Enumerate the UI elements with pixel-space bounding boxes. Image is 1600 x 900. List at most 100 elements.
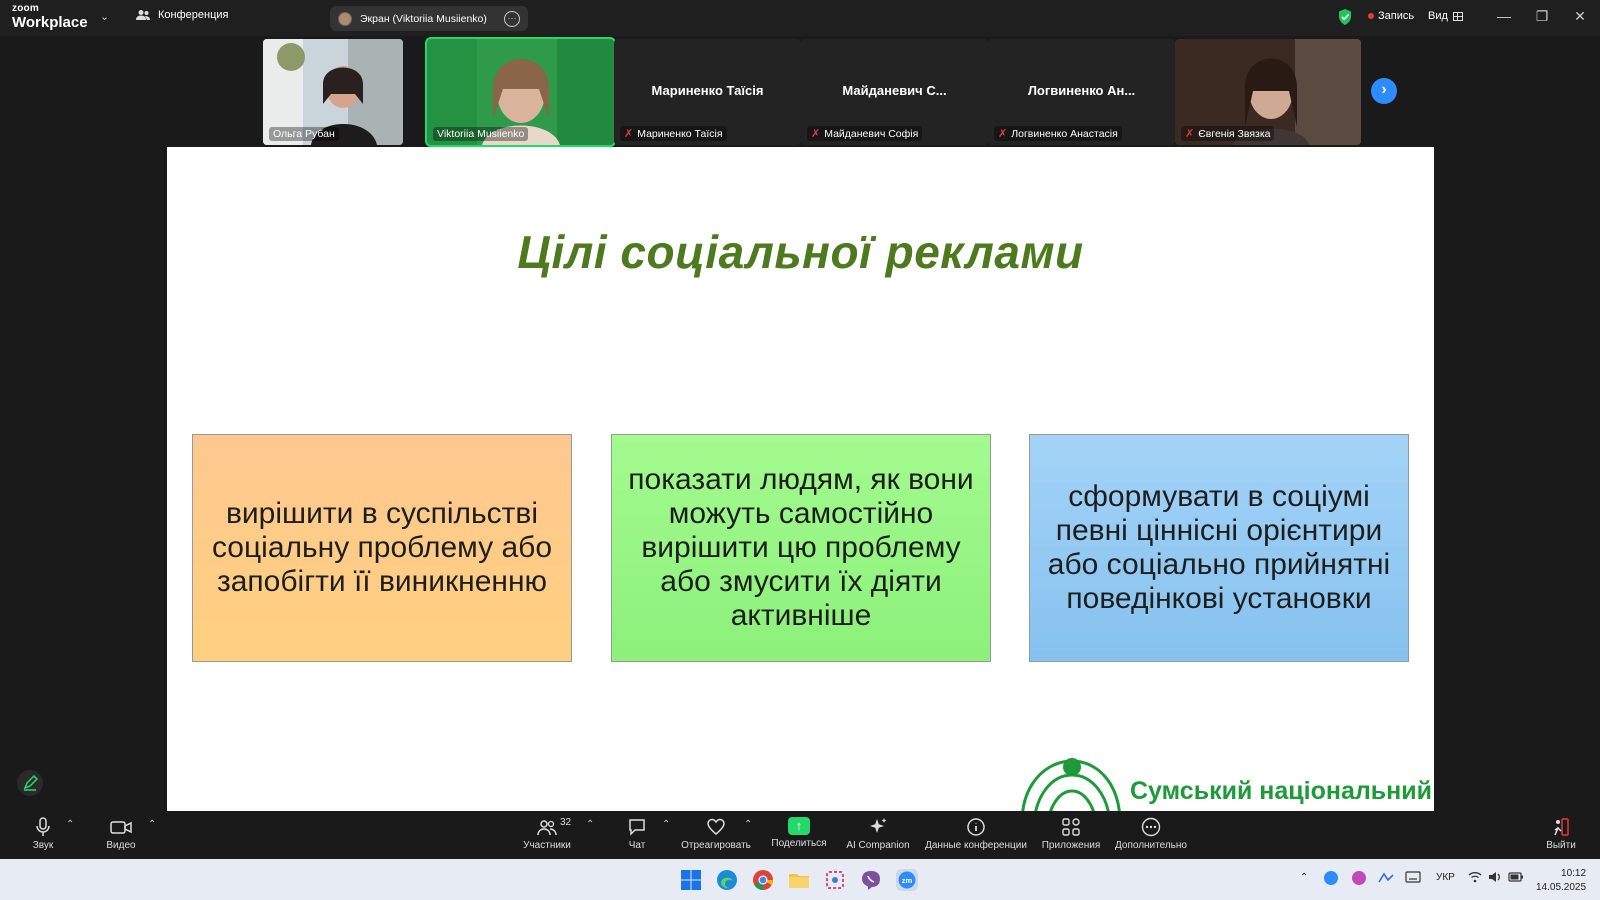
tray-chevron-up-icon[interactable]: ⌃ <box>1300 872 1308 883</box>
react-button[interactable]: Отреагировать <box>680 817 752 851</box>
participants-options-caret-icon[interactable]: ⌃ <box>586 819 594 830</box>
language-indicator[interactable]: УКР <box>1436 872 1455 883</box>
university-name: Сумський національний <box>1130 777 1432 805</box>
more-options-icon[interactable]: ··· <box>504 10 520 27</box>
title-bar: zoom Workplace ⌄ Конференция Экран (Vikt… <box>0 0 1600 36</box>
participant-tile[interactable]: Логвиненко Ан... ✗ Логвиненко Анастасія <box>988 39 1175 145</box>
view-label: Вид <box>1428 10 1448 22</box>
ai-companion-button[interactable]: AI Companion <box>844 817 912 851</box>
participant-name: ✗ Логвиненко Анастасія <box>994 126 1122 141</box>
more-button[interactable]: Дополнительно <box>1112 817 1190 851</box>
participant-tile[interactable]: ✗ Євгенія Звязка <box>1175 39 1361 145</box>
shared-screen-slide: Цілі соціальної реклами вирішити в суспі… <box>167 147 1434 811</box>
shield-check-icon[interactable] <box>1337 8 1353 26</box>
participant-strip: Ольга Рубан Viktoriia Musiienko Мариненк… <box>240 37 1361 147</box>
slide-title: Цілі соціальної реклами <box>517 226 1084 278</box>
presenter-avatar <box>338 11 352 26</box>
participant-display-name: Майданевич С... <box>842 83 947 98</box>
zoom-workplace-logo[interactable]: zoom Workplace <box>12 3 88 31</box>
leave-icon <box>1554 818 1569 836</box>
conference-label: Конференция <box>158 9 229 21</box>
participant-tile[interactable]: Ольга Рубан <box>263 39 403 145</box>
viber-icon[interactable] <box>860 869 882 891</box>
chat-button[interactable]: Чат <box>622 817 652 851</box>
meeting-info-button[interactable]: Данные конференции <box>924 817 1028 851</box>
chat-icon <box>629 819 645 836</box>
audio-options-caret-icon[interactable]: ⌃ <box>66 819 74 830</box>
leave-button[interactable]: Выйти <box>1544 817 1578 851</box>
zoom-app-icon[interactable]: zm <box>896 869 918 891</box>
screen-share-label: Экран (Viktoriia Musiienko) <box>360 12 487 25</box>
share-button[interactable]: ↑ Поделиться <box>770 817 828 849</box>
participants-count: 32 <box>560 817 572 828</box>
windows-taskbar: zm ⌃ УКР 10:12 14.05.2025 <box>0 859 1600 900</box>
mic-muted-icon: ✗ <box>998 128 1008 140</box>
zoom-meeting-window: zoom Workplace ⌄ Конференция Экран (Vikt… <box>0 0 1600 900</box>
apps-button[interactable]: Приложения <box>1040 817 1102 851</box>
windows-start-icon[interactable] <box>680 869 702 891</box>
chevron-down-icon[interactable]: ⌄ <box>100 10 109 23</box>
participant-name: ✗ Євгенія Звязка <box>1181 126 1275 141</box>
screen-share-pill[interactable]: Экран (Viktoriia Musiienko) ··· <box>330 6 528 31</box>
participant-name: ✗ Майданевич Софія <box>807 126 923 141</box>
snipping-tool-icon[interactable] <box>824 869 846 891</box>
tray-teams-icon[interactable] <box>1351 870 1367 886</box>
conference-menu[interactable]: Конференция <box>136 9 228 21</box>
participant-display-name: Логвиненко Ан... <box>1027 83 1136 98</box>
tray-keyboard-icon[interactable] <box>1405 871 1421 883</box>
record-dot-icon <box>1368 13 1374 19</box>
tray-network-activity-icon[interactable] <box>1377 870 1395 886</box>
video-camera-icon <box>110 821 132 834</box>
sparkle-icon <box>870 818 887 833</box>
video-button[interactable]: Видео <box>103 817 139 851</box>
annotate-button[interactable] <box>17 770 43 796</box>
recording-indicator[interactable]: Запись <box>1368 10 1414 22</box>
mic-muted-icon: ✗ <box>624 128 634 140</box>
clock-date: 14.05.2025 <box>1536 881 1587 893</box>
view-menu[interactable]: Вид <box>1428 10 1463 22</box>
close-icon[interactable]: ✕ <box>1570 8 1590 25</box>
info-icon <box>967 818 985 836</box>
minimize-icon[interactable]: — <box>1494 8 1514 24</box>
participant-tile-active-speaker[interactable]: Viktoriia Musiienko <box>425 37 616 147</box>
goal-box-2: показати людям, як вони можуть самостійн… <box>611 434 991 662</box>
share-screen-icon: ↑ <box>788 817 810 835</box>
participant-display-name: Мариненко Таїсія <box>651 83 764 98</box>
university-logo-icon <box>1021 758 1121 811</box>
more-icon <box>1141 817 1161 837</box>
record-label: Запись <box>1378 10 1415 22</box>
participant-name: ✗ Мариненко Таїсія <box>620 126 727 141</box>
audio-button[interactable]: Звук <box>28 817 58 851</box>
tray-zoom-icon[interactable] <box>1323 870 1339 886</box>
wifi-icon[interactable] <box>1468 871 1482 883</box>
pencil-icon <box>23 774 39 791</box>
heart-icon <box>707 818 725 835</box>
participant-name: Ольга Рубан <box>269 127 339 141</box>
chrome-browser-icon[interactable] <box>752 869 774 891</box>
system-clock[interactable]: 10:12 14.05.2025 <box>1536 867 1586 894</box>
next-page-button[interactable]: › <box>1371 78 1397 104</box>
mic-muted-icon: ✗ <box>1185 128 1195 140</box>
participants-icon <box>537 820 557 836</box>
participant-name: Viktoriia Musiienko <box>433 127 529 141</box>
chat-options-caret-icon[interactable]: ⌃ <box>662 819 670 830</box>
react-options-caret-icon[interactable]: ⌃ <box>744 819 752 830</box>
battery-icon[interactable] <box>1508 871 1524 883</box>
clock-time: 10:12 <box>1561 868 1587 879</box>
participant-tile[interactable]: Майданевич С... ✗ Майданевич Софія <box>801 39 988 145</box>
volume-icon[interactable] <box>1488 871 1502 883</box>
chevron-right-icon: › <box>1381 81 1387 98</box>
grid-icon <box>1452 11 1463 21</box>
video-options-caret-icon[interactable]: ⌃ <box>148 819 156 830</box>
goal-box-1: вирішити в суспільстві соціальну проблем… <box>192 434 572 662</box>
file-explorer-icon[interactable] <box>788 869 810 891</box>
edge-browser-icon[interactable] <box>716 869 738 891</box>
participant-tile[interactable]: Мариненко Таїсія ✗ Мариненко Таїсія <box>614 39 801 145</box>
meeting-toolbar: Звук ⌃ Видео ⌃ Участники 32 ⌃ Чат ⌃ Отре… <box>0 811 1600 859</box>
brand-top: zoom <box>12 3 39 14</box>
mic-muted-icon: ✗ <box>811 128 821 140</box>
microphone-icon <box>36 817 50 836</box>
goal-box-3: сформувати в соціумі певні ціннісні оріє… <box>1029 434 1409 662</box>
svg-text:zm: zm <box>902 876 913 885</box>
restore-icon[interactable]: ❐ <box>1532 8 1552 25</box>
